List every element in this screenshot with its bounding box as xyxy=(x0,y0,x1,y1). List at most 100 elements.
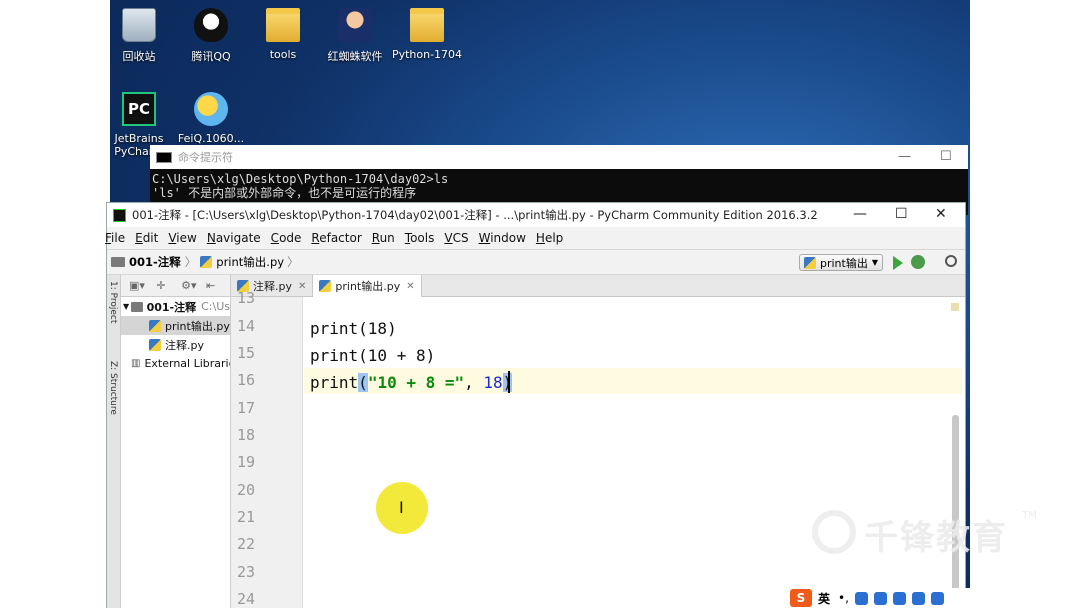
desktop-icon-feiq[interactable]: FeiQ.1060... xyxy=(173,92,249,145)
desktop-icon-recycle-bin[interactable]: 回收站 xyxy=(110,8,177,64)
cmd-output[interactable]: C:\Users\xlg\Desktop\Python-1704\day02>l… xyxy=(150,169,968,200)
punctuation-icon[interactable]: •, xyxy=(838,591,849,605)
feiq-icon xyxy=(194,92,228,126)
qq-icon xyxy=(194,8,228,42)
close-icon[interactable]: ✕ xyxy=(935,206,947,222)
tab-print-output[interactable]: print输出.py ✕ xyxy=(313,275,422,297)
line-number: 21 xyxy=(237,508,256,526)
tree-item-label: print输出.py xyxy=(165,319,230,333)
recycle-bin-icon xyxy=(122,8,156,42)
run-config-select[interactable]: print输出 ▼ xyxy=(799,254,883,271)
tree-root[interactable]: ▼ 001-注释 C:\Us xyxy=(121,297,230,316)
breadcrumb-project[interactable]: 001-注释 xyxy=(129,254,181,270)
hide-icon[interactable]: ⇤ xyxy=(206,279,215,292)
desktop-icon-red-spider[interactable]: 红蜘蛛软件 xyxy=(317,8,393,64)
python-file-icon xyxy=(804,256,816,269)
debug-icon[interactable] xyxy=(911,255,925,269)
microphone-icon[interactable] xyxy=(873,591,887,605)
line-number-gutter: 13 14 15 16 17 18 19 20 21 22 23 24 xyxy=(231,289,303,608)
error-stripe-marker xyxy=(951,303,959,311)
gear-icon[interactable]: ⚙▾ xyxy=(181,279,196,292)
code-token-bracket: ( xyxy=(358,373,368,392)
menu-run[interactable]: Run xyxy=(372,231,395,245)
line-number: 19 xyxy=(237,453,256,471)
menu-refactor[interactable]: Refactor xyxy=(311,231,361,245)
python-file-icon xyxy=(149,338,161,351)
menu-window[interactable]: Window xyxy=(479,231,526,245)
folder-icon xyxy=(131,301,143,312)
cmd-line: C:\Users\xlg\Desktop\Python-1704\day02>l… xyxy=(152,172,449,186)
menu-help[interactable]: Help xyxy=(536,231,563,245)
project-tool-button[interactable]: 1: Project xyxy=(108,281,118,323)
cmd-line: 'ls' 不是内部或外部命令，也不是可运行的程序 xyxy=(152,186,417,200)
person-icon xyxy=(338,8,372,42)
menu-edit[interactable]: Edit xyxy=(135,231,158,245)
chevron-down-icon: ▼ xyxy=(123,302,130,311)
editor-tabs: 注释.py ✕ print输出.py ✕ xyxy=(231,275,965,297)
run-icon[interactable] xyxy=(893,256,903,270)
tree-external-libraries[interactable]: ▥ External Libraries xyxy=(121,354,230,373)
line-number: 23 xyxy=(237,563,256,581)
mouse-cursor-highlight: I xyxy=(376,482,428,534)
project-panel: ▣▾ ✛ ⚙▾ ⇤ ▼ 001-注释 C:\Us print输出.py 注释.p… xyxy=(121,275,231,608)
code-token-number: 18 xyxy=(483,373,503,392)
left-letterbox xyxy=(0,0,110,608)
text-caret xyxy=(508,371,510,393)
menu-code[interactable]: Code xyxy=(271,231,302,245)
layout-icon[interactable]: ▣▾ xyxy=(129,279,145,292)
keyboard-icon[interactable] xyxy=(892,591,906,605)
tree-item[interactable]: print输出.py xyxy=(121,316,230,335)
line-number: 18 xyxy=(237,426,256,444)
code-line: print(18) xyxy=(310,319,397,338)
minimize-icon[interactable]: — xyxy=(853,206,867,222)
desktop-icon-python-1704[interactable]: Python-1704 xyxy=(389,8,465,61)
line-number: 14 xyxy=(237,317,256,335)
menu-view[interactable]: View xyxy=(168,231,196,245)
desktop-icon-label: tools xyxy=(269,48,297,61)
collapse-icon[interactable]: ✛ xyxy=(156,279,165,292)
maximize-icon[interactable]: ☐ xyxy=(940,149,952,164)
menu-file[interactable]: File xyxy=(105,231,125,245)
structure-tool-button[interactable]: Z: Structure xyxy=(108,361,118,415)
sogou-ime-icon[interactable]: S xyxy=(790,589,812,607)
breadcrumb-file[interactable]: print输出.py xyxy=(216,254,284,270)
tree-item-label: External Libraries xyxy=(144,357,230,370)
menu-tools[interactable]: Tools xyxy=(405,231,435,245)
code-token: , xyxy=(464,373,484,392)
code-line-current: print("10 + 8 =", 18) xyxy=(310,373,513,392)
tab-label: 注释.py xyxy=(253,280,292,293)
window-title: 001-注释 - [C:\Users\xlg\Desktop\Python-17… xyxy=(132,208,818,222)
desktop-icon-tools[interactable]: tools xyxy=(245,8,321,61)
desktop-icon-label: 腾讯QQ xyxy=(191,50,231,63)
emoji-icon[interactable] xyxy=(854,591,868,605)
ime-toolbar: S 英 •, xyxy=(788,588,974,608)
ime-language-toggle[interactable]: 英 xyxy=(818,590,830,607)
close-icon[interactable]: ✕ xyxy=(298,281,306,292)
menu-vcs[interactable]: VCS xyxy=(444,231,468,245)
breadcrumb-separator: 〉 xyxy=(184,255,197,269)
desktop-icon-label: 回收站 xyxy=(122,50,156,63)
tree-item[interactable]: 注释.py xyxy=(121,335,230,354)
line-number: 22 xyxy=(237,535,256,553)
skin-icon[interactable] xyxy=(911,591,925,605)
code-editor[interactable]: print(18) print(10 + 8) print("10 + 8 ="… xyxy=(304,297,962,608)
watermark-tm: TM xyxy=(1022,510,1037,521)
cmd-titlebar[interactable]: 命令提示符 — ☐ xyxy=(150,145,968,169)
menu-navigate[interactable]: Navigate xyxy=(207,231,261,245)
tool-window-stripe: 1: Project Z: Structure xyxy=(107,275,121,608)
watermark-logo-icon xyxy=(812,510,856,554)
desktop-icon-qq[interactable]: 腾讯QQ xyxy=(173,8,249,64)
code-line: print(10 + 8) xyxy=(310,346,436,365)
minimize-icon[interactable]: — xyxy=(898,149,911,164)
close-icon[interactable]: ✕ xyxy=(406,281,414,292)
python-file-icon xyxy=(200,256,213,268)
tree-item-label: 注释.py xyxy=(165,338,204,352)
maximize-icon[interactable]: ☐ xyxy=(895,206,908,222)
menu-bar: File Edit View Navigate Code Refactor Ru… xyxy=(105,227,965,249)
navigation-bar: 001-注释 〉 print输出.py 〉 print输出 ▼ xyxy=(107,249,965,275)
pycharm-titlebar[interactable]: 001-注释 - [C:\Users\xlg\Desktop\Python-17… xyxy=(107,203,965,227)
tools-icon[interactable] xyxy=(930,591,944,605)
folder-icon xyxy=(111,257,125,267)
folder-icon xyxy=(410,8,444,42)
search-icon[interactable] xyxy=(945,255,957,267)
